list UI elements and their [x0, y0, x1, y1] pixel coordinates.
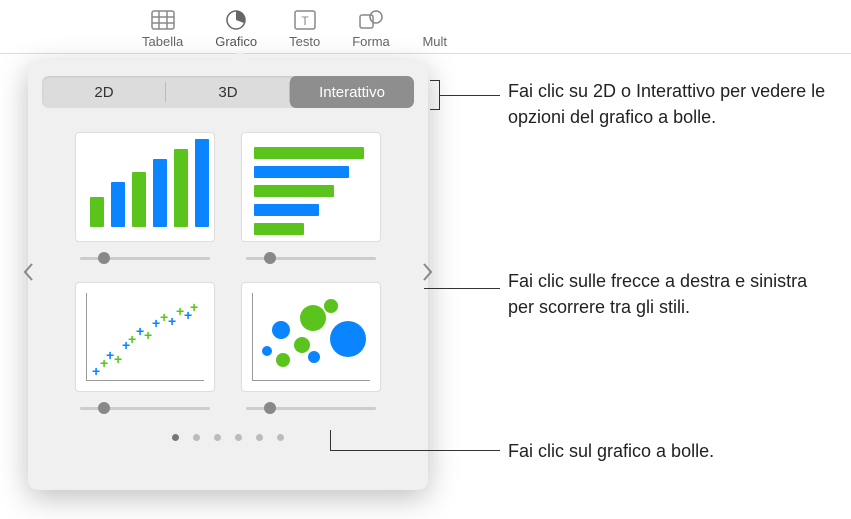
scatter-chart-thumb: + + + + + + + + + + + + + +: [75, 282, 215, 392]
chart-type-tabs: 2D 3D Interattivo: [42, 76, 414, 108]
style-slider[interactable]: [80, 404, 210, 412]
page-dot[interactable]: [172, 434, 179, 441]
callout-line: [330, 450, 500, 451]
toolbar-item-text[interactable]: T Testo: [289, 8, 320, 49]
page-dot[interactable]: [277, 434, 284, 441]
column-chart-thumb: [75, 132, 215, 242]
callout-bracket: [430, 80, 440, 110]
prev-style-arrow[interactable]: [16, 252, 40, 292]
callout-line: [440, 95, 500, 96]
style-slider[interactable]: [80, 254, 210, 262]
text-icon: T: [292, 8, 318, 32]
style-slider[interactable]: [246, 404, 376, 412]
page-dot[interactable]: [235, 434, 242, 441]
toolbar-item-chart[interactable]: Grafico: [215, 8, 257, 49]
toolbar-label: Testo: [289, 34, 320, 49]
toolbar: Tabella Grafico T Testo Forma Mult: [0, 0, 851, 54]
chart-style-column[interactable]: [72, 132, 218, 262]
tab-interactive[interactable]: Interattivo: [290, 76, 414, 108]
page-indicator: [42, 434, 414, 441]
tab-2d[interactable]: 2D: [42, 76, 166, 108]
chart-style-grid: + + + + + + + + + + + + + +: [42, 132, 414, 412]
toolbar-item-shape[interactable]: Forma: [352, 8, 390, 49]
toolbar-label: Tabella: [142, 34, 183, 49]
bar-chart-thumb: [241, 132, 381, 242]
page-dot[interactable]: [214, 434, 221, 441]
toolbar-label: Grafico: [215, 34, 257, 49]
tab-3d[interactable]: 3D: [166, 76, 290, 108]
callout-tabs: Fai clic su 2D o Interattivo per vedere …: [508, 78, 838, 130]
chart-style-scatter[interactable]: + + + + + + + + + + + + + +: [72, 282, 218, 412]
callout-bubble: Fai clic sul grafico a bolle.: [508, 438, 838, 464]
callout-line: [424, 288, 500, 289]
media-icon: [422, 8, 448, 32]
toolbar-label: Mult: [422, 34, 447, 49]
chart-popover: 2D 3D Interattivo: [28, 60, 428, 490]
chart-style-bar[interactable]: [238, 132, 384, 262]
toolbar-item-media[interactable]: Mult: [422, 8, 448, 49]
toolbar-item-table[interactable]: Tabella: [142, 8, 183, 49]
style-slider[interactable]: [246, 254, 376, 262]
callout-arrows: Fai clic sulle frecce a destra e sinistr…: [508, 268, 828, 320]
chart-icon: [223, 8, 249, 32]
chart-style-bubble[interactable]: [238, 282, 384, 412]
bubble-chart-thumb: [241, 282, 381, 392]
callout-line: [330, 430, 331, 450]
next-style-arrow[interactable]: [416, 252, 440, 292]
page-dot[interactable]: [256, 434, 263, 441]
toolbar-label: Forma: [352, 34, 390, 49]
shape-icon: [358, 8, 384, 32]
page-dot[interactable]: [193, 434, 200, 441]
table-icon: [150, 8, 176, 32]
svg-text:T: T: [301, 14, 309, 28]
